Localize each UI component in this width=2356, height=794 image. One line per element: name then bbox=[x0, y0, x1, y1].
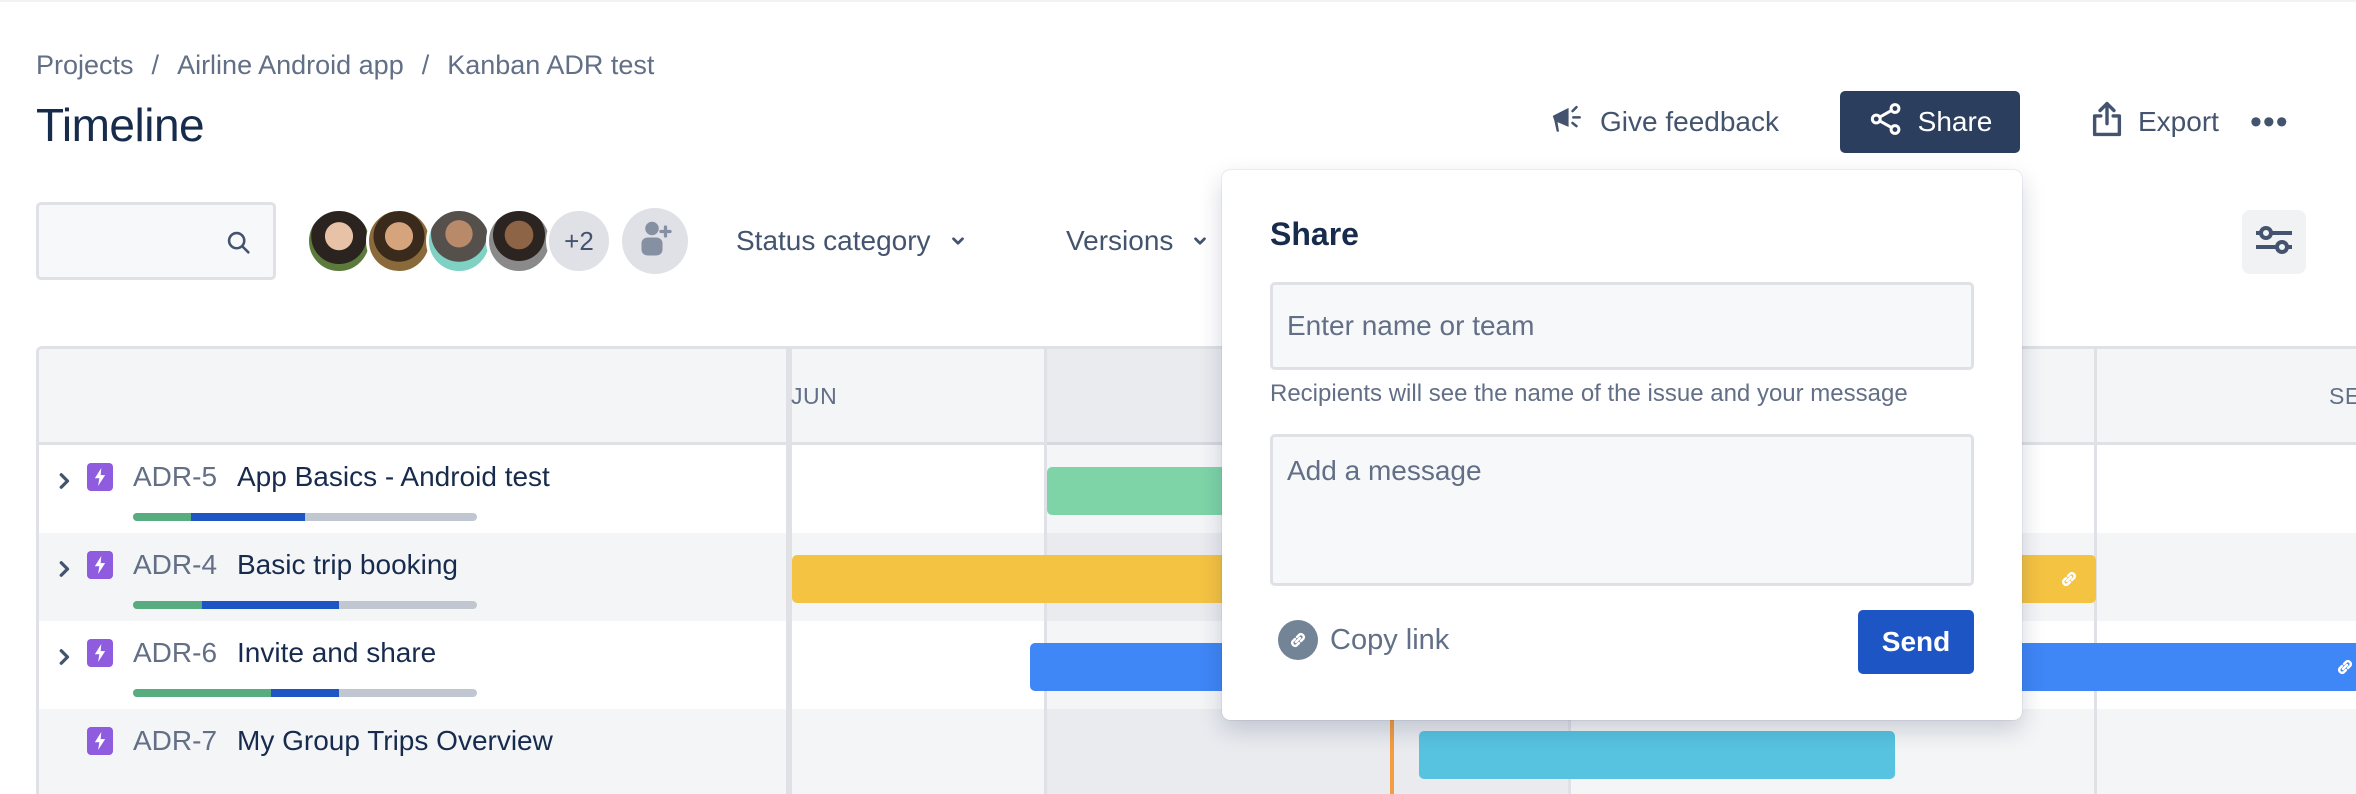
issue-list-panel: ADR-5 App Basics - Android test ADR-4 Basic… bbox=[39, 349, 789, 794]
issue-key[interactable]: ADR-7 bbox=[133, 725, 217, 757]
share-button[interactable]: Share bbox=[1840, 91, 2020, 153]
epic-icon bbox=[87, 463, 113, 491]
share-label: Share bbox=[1917, 106, 1993, 137]
sliders-icon bbox=[2254, 224, 2294, 261]
add-person-icon bbox=[637, 219, 673, 264]
status-category-label: Status category bbox=[736, 225, 931, 256]
breadcrumb-separator: / bbox=[421, 50, 430, 80]
chevron-right-icon[interactable] bbox=[53, 557, 77, 581]
versions-label: Versions bbox=[1066, 225, 1174, 256]
chevron-down-icon bbox=[949, 225, 967, 257]
recipient-help-text: Recipients will see the name of the issu… bbox=[1270, 380, 1908, 407]
breadcrumb-projects[interactable]: Projects bbox=[36, 50, 134, 81]
issue-row[interactable]: ADR-4 Basic trip booking bbox=[39, 533, 786, 621]
give-feedback-label: Give feedback bbox=[1600, 106, 1779, 137]
issue-progress-bar bbox=[133, 689, 477, 697]
epic-icon bbox=[87, 727, 113, 755]
view-settings-button[interactable] bbox=[2242, 210, 2306, 274]
avatar[interactable] bbox=[306, 208, 372, 274]
export-icon bbox=[2090, 100, 2124, 145]
progress-done bbox=[133, 689, 271, 697]
message-textarea[interactable] bbox=[1270, 434, 1974, 586]
breadcrumb-board[interactable]: Kanban ADR test bbox=[447, 50, 654, 81]
issue-row[interactable]: ADR-7 My Group Trips Overview bbox=[39, 709, 786, 794]
share-dialog-title: Share bbox=[1270, 216, 1359, 252]
link-icon[interactable] bbox=[2332, 655, 2356, 684]
issue-key[interactable]: ADR-5 bbox=[133, 461, 217, 493]
avatar[interactable] bbox=[366, 208, 432, 274]
versions-filter[interactable]: Versions bbox=[1056, 215, 1219, 267]
status-category-filter[interactable]: Status category bbox=[726, 215, 977, 267]
progress-in-progress bbox=[270, 689, 340, 697]
export-button[interactable]: Export bbox=[2068, 91, 2241, 153]
issue-progress-bar bbox=[133, 513, 477, 521]
issue-summary[interactable]: App Basics - Android test bbox=[237, 461, 550, 493]
send-button[interactable]: Send bbox=[1858, 610, 1974, 674]
epic-icon bbox=[87, 639, 113, 667]
breadcrumb-separator: / bbox=[151, 50, 160, 80]
issue-row[interactable]: ADR-6 Invite and share bbox=[39, 621, 786, 709]
page-title: Timeline bbox=[36, 99, 205, 151]
link-icon bbox=[1278, 620, 1318, 660]
copy-link-label: Copy link bbox=[1330, 623, 1450, 656]
link-icon[interactable] bbox=[2056, 567, 2082, 596]
more-assignees-avatar[interactable]: +2 bbox=[546, 208, 612, 274]
export-label: Export bbox=[2138, 106, 2219, 137]
chevron-right-icon[interactable] bbox=[53, 469, 77, 493]
progress-done bbox=[133, 601, 202, 609]
issue-key[interactable]: ADR-6 bbox=[133, 637, 217, 669]
copy-link-button[interactable]: Copy link bbox=[1278, 620, 1449, 660]
search-field[interactable] bbox=[36, 202, 276, 280]
search-icon bbox=[225, 229, 253, 262]
more-icon: ••• bbox=[2250, 102, 2289, 141]
issue-summary[interactable]: My Group Trips Overview bbox=[237, 725, 553, 757]
assignee-avatars: +2 bbox=[306, 208, 612, 274]
more-actions-button[interactable]: ••• bbox=[2236, 91, 2303, 153]
search-input[interactable] bbox=[49, 215, 219, 267]
breadcrumb: Projects / Airline Android app / Kanban … bbox=[36, 50, 654, 81]
timeline-bar-adr-7[interactable] bbox=[1419, 731, 1895, 779]
share-icon bbox=[1868, 101, 1904, 144]
progress-done bbox=[133, 513, 192, 521]
chevron-right-icon[interactable] bbox=[53, 645, 77, 669]
issue-progress-bar bbox=[133, 601, 477, 609]
month-label-jun: JUN bbox=[791, 383, 838, 409]
issue-summary[interactable]: Invite and share bbox=[237, 637, 436, 669]
issue-summary[interactable]: Basic trip booking bbox=[237, 549, 458, 581]
breadcrumb-project[interactable]: Airline Android app bbox=[177, 50, 404, 81]
issue-row[interactable]: ADR-5 App Basics - Android test bbox=[39, 445, 786, 533]
progress-in-progress bbox=[201, 601, 340, 609]
top-divider bbox=[0, 0, 2356, 2]
today-marker bbox=[1390, 719, 1394, 794]
issue-list-header bbox=[39, 349, 786, 445]
share-dialog: Share Recipients will see the name of th… bbox=[1222, 170, 2022, 720]
recipient-input[interactable] bbox=[1270, 282, 1974, 370]
avatar[interactable] bbox=[486, 208, 552, 274]
add-people-button[interactable] bbox=[622, 208, 688, 274]
avatar[interactable] bbox=[426, 208, 492, 274]
megaphone-icon bbox=[1548, 100, 1586, 145]
issue-key[interactable]: ADR-4 bbox=[133, 549, 217, 581]
progress-in-progress bbox=[191, 513, 305, 521]
epic-icon bbox=[87, 551, 113, 579]
chevron-down-icon bbox=[1191, 225, 1209, 257]
give-feedback-button[interactable]: Give feedback bbox=[1526, 91, 1801, 153]
month-label-sep: SE bbox=[2329, 383, 2356, 409]
